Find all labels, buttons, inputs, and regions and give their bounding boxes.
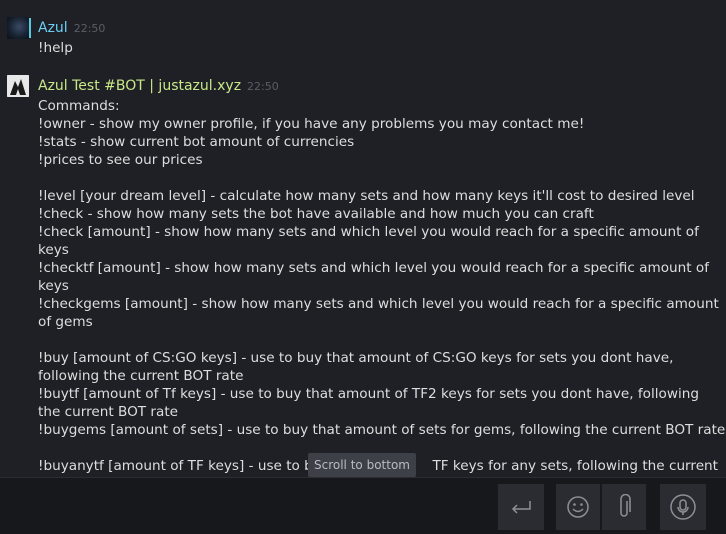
message-line (38, 331, 718, 349)
message-line: !buytf [amount of Tf keys] - use to buy … (38, 386, 699, 402)
message-line: !checkgems [amount] - show how many sets… (38, 296, 719, 312)
microphone-icon (670, 494, 696, 520)
message-header: Azul Test #BOT | justazul.xyz 22:50 (38, 77, 279, 96)
message-list[interactable]: Azul 22:50 !help Azul Test #BOT | justazu… (0, 0, 726, 477)
message-line: of gems (38, 314, 93, 330)
message-line: !buygems [amount of sets] - use to buy t… (38, 422, 726, 438)
attach-button[interactable] (602, 484, 646, 530)
avatar[interactable] (7, 17, 29, 39)
message-line: !prices to see our prices (38, 152, 203, 168)
timestamp: 22:50 (73, 22, 106, 35)
message-line: Commands: (38, 98, 120, 114)
smiley-icon (567, 496, 589, 518)
timestamp: 22:50 (247, 80, 279, 93)
message-line (38, 169, 718, 187)
message-line: the current BOT rate (38, 404, 179, 420)
send-button[interactable] (498, 484, 544, 530)
message-line: following the current BOT rate (38, 368, 244, 384)
enter-arrow-icon (511, 501, 531, 514)
message-line: !checktf [amount] - show how many sets a… (38, 260, 709, 276)
message-header: Azul 22:50 (38, 19, 105, 38)
voice-button[interactable] (660, 484, 706, 530)
message-line: !owner - show my owner profile, if you h… (38, 116, 585, 132)
bot-avatar-icon (7, 75, 29, 97)
message-line-part: TF keys for any sets, following the curr… (432, 458, 719, 474)
avatar[interactable] (7, 75, 29, 97)
message-line: !help (38, 40, 73, 56)
emoji-button[interactable] (556, 484, 600, 530)
sender-name[interactable]: Azul Test #BOT | justazul.xyz (38, 78, 241, 94)
message-input[interactable] (0, 482, 498, 534)
message-line: !level [your dream level] - calculate ho… (38, 188, 695, 204)
message-body: !help (38, 39, 718, 57)
message-line: !check - show how many sets the bot have… (38, 206, 594, 222)
sender-name[interactable]: Azul (38, 20, 68, 36)
message-line: !stats - show current bot amount of curr… (38, 134, 355, 150)
message-line: !buy [amount of CS:GO keys] - use to buy… (38, 350, 674, 366)
message-line: keys (38, 242, 69, 258)
scroll-to-bottom-button[interactable]: Scroll to bottom (308, 453, 416, 477)
message-line-part: !buyanytf [amount of TF keys] - use to b… (38, 458, 322, 474)
message-line: !check [amount] - show how many sets and… (38, 224, 699, 240)
chat-window: Azul 22:50 !help Azul Test #BOT | justazu… (0, 0, 726, 534)
message-body: Commands: !owner - show my owner profile… (38, 97, 726, 475)
paperclip-icon (620, 494, 631, 517)
message-line: keys (38, 278, 69, 294)
